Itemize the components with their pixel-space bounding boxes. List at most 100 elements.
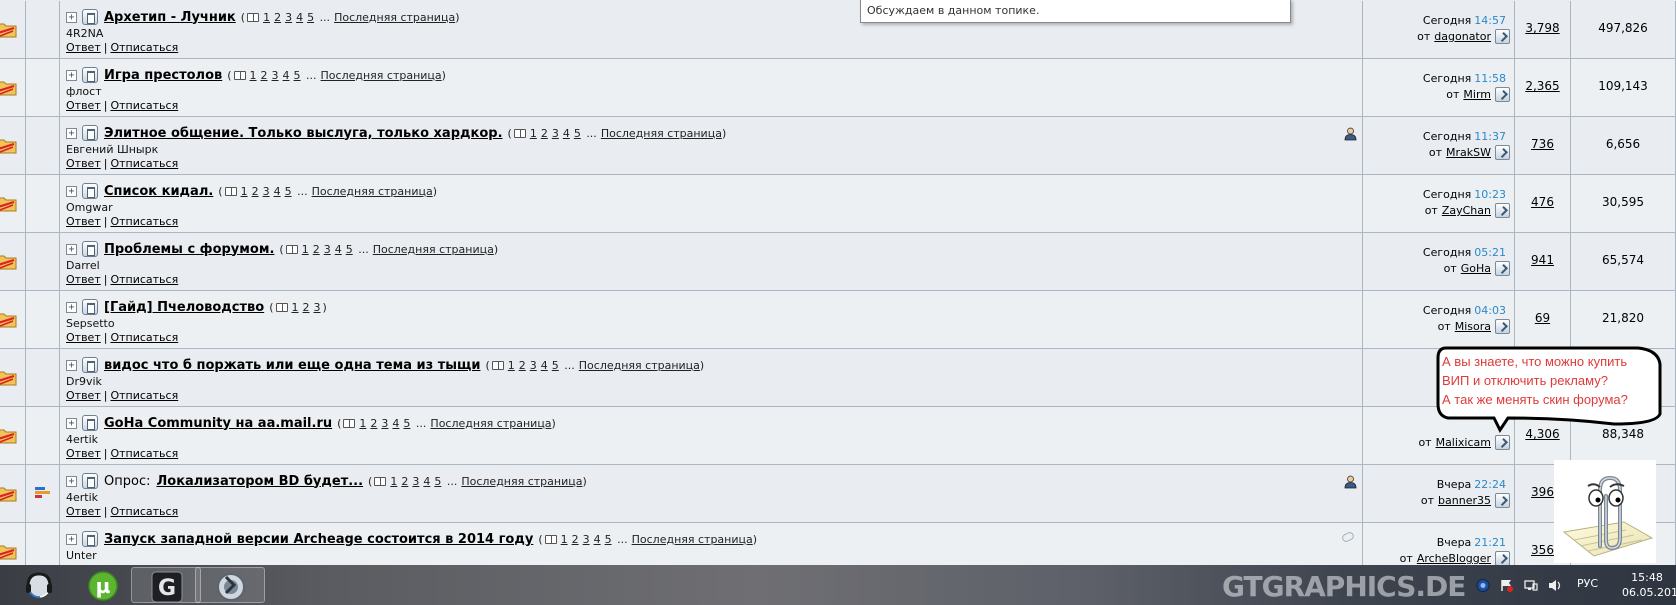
page-link[interactable]: 4 [563,127,570,140]
page-link[interactable]: 2 [313,243,320,256]
page-link[interactable]: 1 [302,243,309,256]
last-page-link[interactable]: Последняя страница [601,127,722,140]
page-link[interactable]: 4 [283,69,290,82]
last-page-link[interactable]: Последняя страница [312,185,433,198]
last-post-user-link[interactable]: ZayChan [1442,204,1491,217]
system-clock[interactable]: 15:48 06.05.2014 [1622,570,1676,600]
page-link[interactable]: 5 [403,417,410,430]
page-link[interactable]: 3 [381,417,388,430]
last-post-user-link[interactable]: MrakSW [1446,146,1491,159]
replies-count-link[interactable]: 736 [1515,137,1570,151]
page-link[interactable]: 3 [285,11,292,24]
topic-title-link[interactable]: Элитное общение. Только выслуга, только … [104,126,503,141]
page-link[interactable]: 3 [263,185,270,198]
page-link[interactable]: 3 [314,301,321,314]
unsubscribe-link[interactable]: Отписаться [110,99,178,112]
page-link[interactable]: 4 [594,533,601,546]
page-link[interactable]: 4 [541,359,548,372]
reply-link[interactable]: Ответ [66,505,101,518]
last-page-link[interactable]: Последняя страница [373,243,494,256]
taskbar-app-utorrent[interactable]: µ [68,567,138,603]
expand-plus-icon[interactable]: + [66,301,77,313]
page-link[interactable]: 4 [392,417,399,430]
unsubscribe-link[interactable]: Отписаться [110,273,178,286]
page-link[interactable]: 4 [335,243,342,256]
replies-count-link[interactable]: 2,365 [1515,79,1570,93]
page-link[interactable]: 1 [263,11,270,24]
reply-link[interactable]: Ответ [66,273,101,286]
page-link[interactable]: 4 [423,475,430,488]
page-link[interactable]: 5 [307,11,314,24]
taskbar-app-headset[interactable] [4,567,74,603]
go-to-last-post-icon[interactable] [1495,203,1510,218]
topic-title-link[interactable]: Запуск западной версии Archeage состоитс… [104,532,533,547]
replies-count-link[interactable]: 3,798 [1515,21,1570,35]
page-link[interactable]: 2 [261,69,268,82]
page-link[interactable]: 3 [324,243,331,256]
reply-link[interactable]: Ответ [66,447,101,460]
network-icon[interactable] [1524,579,1538,592]
go-to-last-post-icon[interactable] [1495,319,1510,334]
reply-link[interactable]: Ответ [66,157,101,170]
page-link[interactable]: 3 [530,359,537,372]
page-link[interactable]: 4 [274,185,281,198]
last-page-link[interactable]: Последняя страница [334,11,455,24]
page-link[interactable]: 2 [541,127,548,140]
input-language-indicator[interactable]: РУС [1577,577,1598,590]
expand-plus-icon[interactable]: + [66,11,77,23]
reply-link[interactable]: Ответ [66,389,101,402]
unsubscribe-link[interactable]: Отписаться [110,215,178,228]
unsubscribe-link[interactable]: Отписаться [110,331,178,344]
page-link[interactable]: 5 [346,243,353,256]
page-link[interactable]: 5 [552,359,559,372]
go-to-last-post-icon[interactable] [1495,493,1510,508]
replies-count-link[interactable]: 941 [1515,253,1570,267]
page-link[interactable]: 1 [390,475,397,488]
reply-link[interactable]: Ответ [66,41,101,54]
page-link[interactable]: 2 [572,533,579,546]
page-link[interactable]: 3 [412,475,419,488]
expand-plus-icon[interactable]: + [66,533,77,545]
topic-title-link[interactable]: Локализатором BD будет... [156,474,363,489]
last-post-user-link[interactable]: ArcheBlogger [1417,552,1491,565]
last-page-link[interactable]: Последняя страница [632,533,753,546]
taskbar-app-logitech[interactable]: G [131,567,201,603]
volume-icon[interactable] [1548,579,1562,592]
page-link[interactable]: 5 [605,533,612,546]
expand-plus-icon[interactable]: + [66,69,77,81]
go-to-last-post-icon[interactable] [1495,261,1510,276]
page-link[interactable]: 2 [370,417,377,430]
last-post-user-link[interactable]: Misora [1455,320,1491,333]
reply-link[interactable]: Ответ [66,215,101,228]
page-link[interactable]: 1 [530,127,537,140]
page-link[interactable]: 2 [303,301,310,314]
action-center-flag-icon[interactable] [1500,579,1514,592]
expand-plus-icon[interactable]: + [66,417,77,429]
page-link[interactable]: 1 [292,301,299,314]
page-link[interactable]: 1 [250,69,257,82]
expand-plus-icon[interactable]: + [66,243,77,255]
page-link[interactable]: 5 [285,185,292,198]
last-post-user-link[interactable]: GoHa [1461,262,1491,275]
topic-title-link[interactable]: Список кидал. [104,184,213,199]
page-link[interactable]: 2 [274,11,281,24]
page-link[interactable]: 5 [574,127,581,140]
expand-plus-icon[interactable]: + [66,127,77,139]
page-link[interactable]: 1 [241,185,248,198]
topic-title-link[interactable]: Игра престолов [104,68,222,83]
tray-app-icon[interactable] [1476,579,1490,592]
last-post-user-link[interactable]: Mirm [1463,88,1491,101]
last-page-link[interactable]: Последняя страница [321,69,442,82]
last-post-user-link[interactable]: banner35 [1438,494,1491,507]
page-link[interactable]: 3 [583,533,590,546]
expand-plus-icon[interactable]: + [66,475,77,487]
go-to-last-post-icon[interactable] [1495,87,1510,102]
page-link[interactable]: 3 [272,69,279,82]
go-to-last-post-icon[interactable] [1495,145,1510,160]
topic-title-link[interactable]: Проблемы с форумом. [104,242,274,257]
topic-title-link[interactable]: видос что б поржать или еще одна тема из… [104,358,480,373]
page-link[interactable]: 3 [552,127,559,140]
taskbar-app-media[interactable] [195,567,265,603]
topic-title-link[interactable]: Архетип - Лучник [104,10,236,25]
page-link[interactable]: 1 [508,359,515,372]
